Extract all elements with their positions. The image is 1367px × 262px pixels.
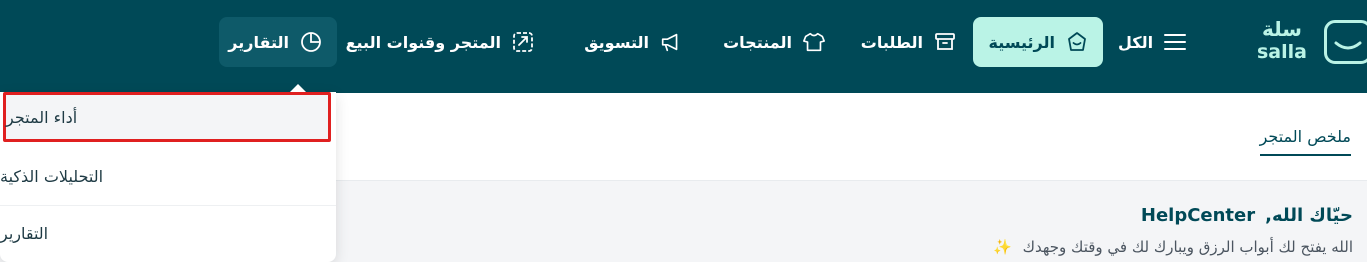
nav-home[interactable]: الرئيسية [973,17,1103,67]
home-icon [1065,30,1089,54]
nav-home-label: الرئيسية [988,32,1056,52]
nav-products-label: المنتجات [723,32,792,52]
logo-latin: salla [1257,41,1307,63]
nav-store-channels-label: المتجر وقنوات البيع [345,32,501,52]
box-icon [933,30,957,54]
nav-marketing-label: التسويق [584,32,649,52]
nav-marketing[interactable]: التسويق [565,17,697,67]
top-navigation-bar: سلة salla الكل الرئيسية الطلبات المنتجات [0,0,1367,93]
menu-item-smart-analytics[interactable]: التحليلات الذكية [0,148,336,204]
logo-arabic: سلة [1262,17,1302,41]
megaphone-icon [659,30,683,54]
nav-products[interactable]: المنتجات [700,17,840,67]
sparkle-icon: ✨ [993,238,1012,256]
nav-reports-label: التقارير [228,32,289,52]
nav-orders[interactable]: الطلبات [843,17,971,67]
logo-box-icon [1324,20,1367,64]
reports-dropdown-menu: أداء المتجر التحليلات الذكية التقارير [0,84,336,262]
dropdown-caret [290,84,306,92]
salla-logo[interactable]: سلة salla [1248,17,1367,65]
welcome-section: حيّاك الله, HelpCenter الله يفتح لك أبوا… [993,205,1353,256]
pie-chart-icon [299,30,323,54]
nav-all[interactable]: الكل [1104,17,1200,67]
greeting-text: حيّاك الله, [1265,205,1353,226]
nav-all-label: الكل [1118,32,1154,52]
nav-store-channels[interactable]: المتجر وقنوات البيع [343,17,549,67]
store-channels-icon [511,30,535,54]
shirt-icon [802,30,826,54]
menu-icon [1163,30,1186,54]
nav-orders-label: الطلبات [860,32,923,52]
menu-item-store-performance[interactable]: أداء المتجر [3,92,331,142]
nav-reports[interactable]: التقارير [219,17,337,67]
tab-store-summary[interactable]: ملخص المتجر [1259,127,1351,156]
welcome-subtitle: الله يفتح لك أبواب الرزق ويبارك لك في وق… [1022,238,1353,256]
user-name: HelpCenter [1140,205,1256,226]
menu-item-reports[interactable]: التقارير [0,205,336,261]
